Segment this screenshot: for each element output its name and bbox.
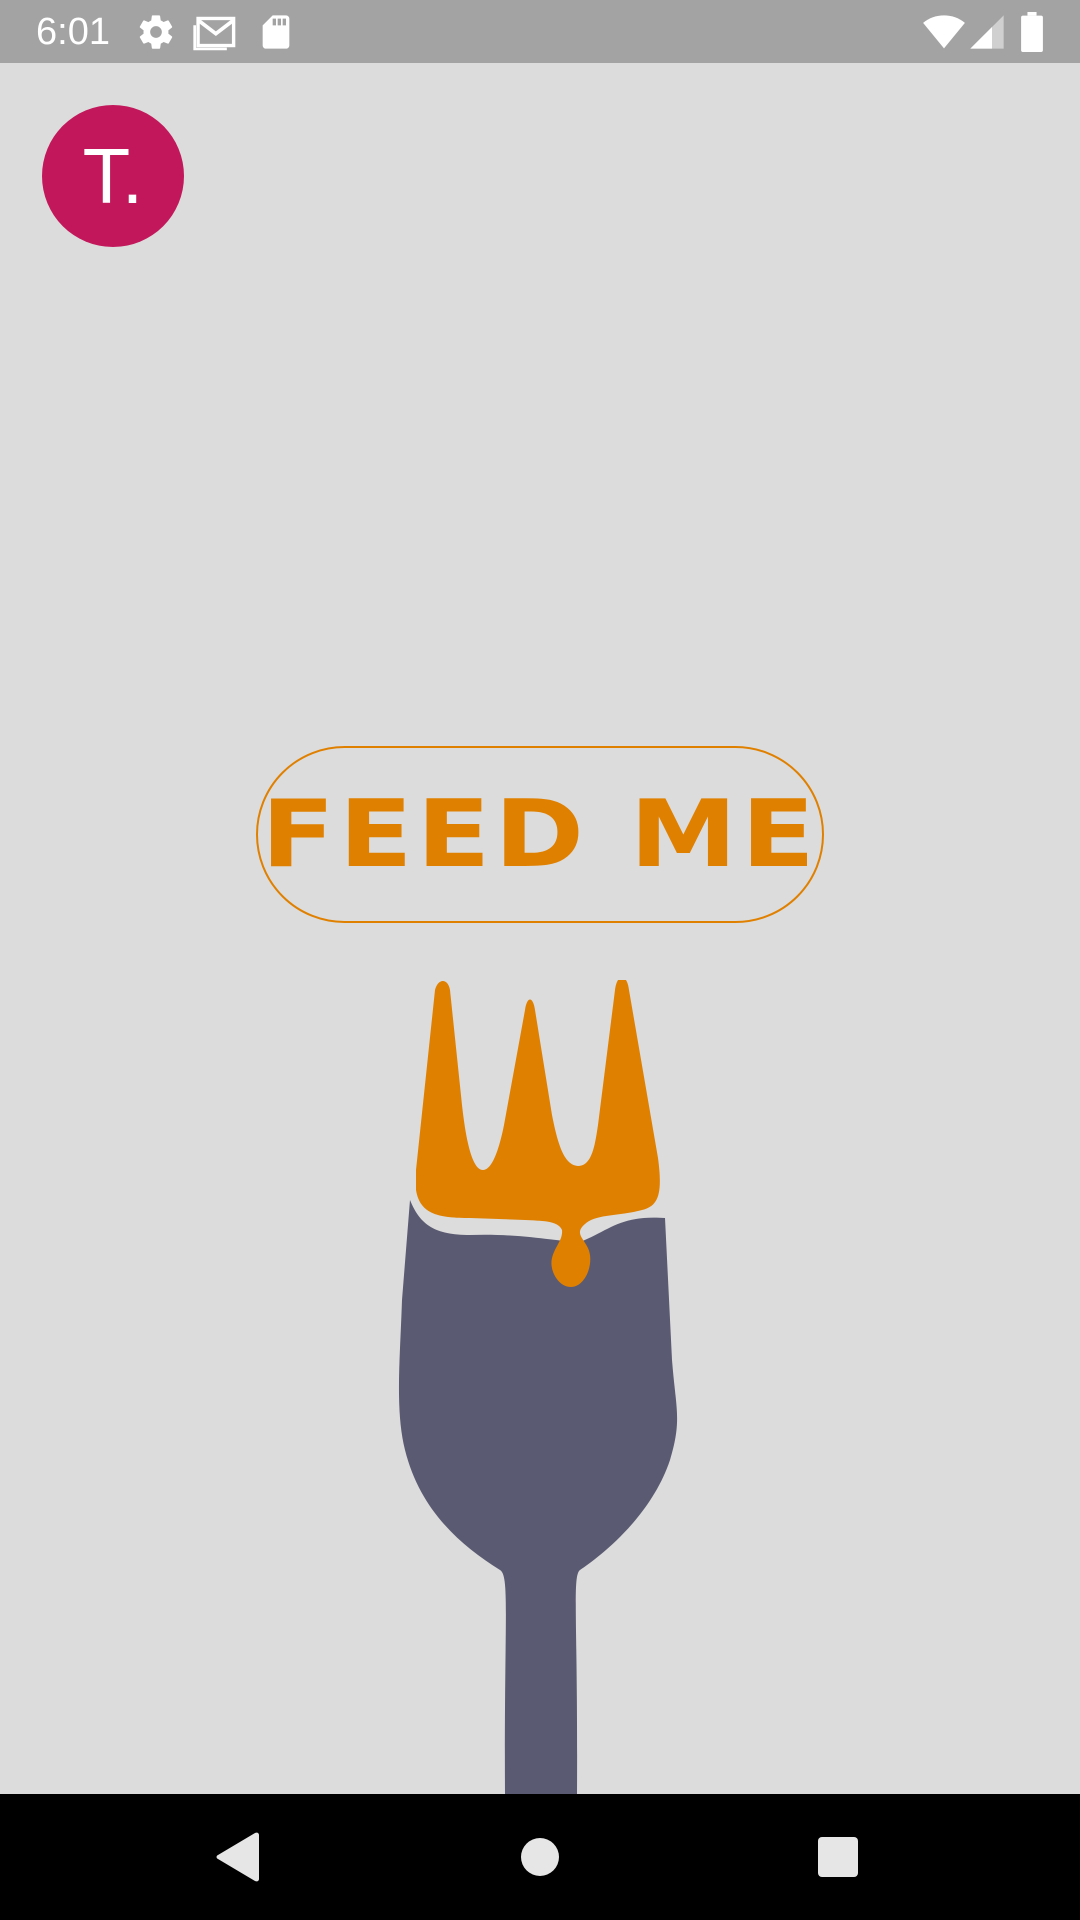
app-screen: 6:01 T. FEED ME <box>0 0 1080 1920</box>
avatar-initial: T. <box>82 131 144 220</box>
user-avatar[interactable]: T. <box>42 105 184 247</box>
recents-icon[interactable] <box>798 1817 878 1897</box>
feed-me-button[interactable]: FEED ME <box>256 746 824 923</box>
sd-card-icon <box>256 12 296 52</box>
status-bar: 6:01 <box>0 0 1080 63</box>
fork-illustration <box>380 977 700 1795</box>
feed-me-label: FEED ME <box>261 780 819 888</box>
settings-icon <box>136 12 176 52</box>
home-icon[interactable] <box>500 1817 580 1897</box>
status-time: 6:01 <box>36 11 110 53</box>
gmail-icon <box>193 12 237 52</box>
battery-icon <box>1020 12 1044 52</box>
back-icon[interactable] <box>198 1817 278 1897</box>
signal-icon <box>970 12 1004 52</box>
wifi-icon <box>922 12 966 52</box>
navigation-bar <box>0 1794 1080 1920</box>
